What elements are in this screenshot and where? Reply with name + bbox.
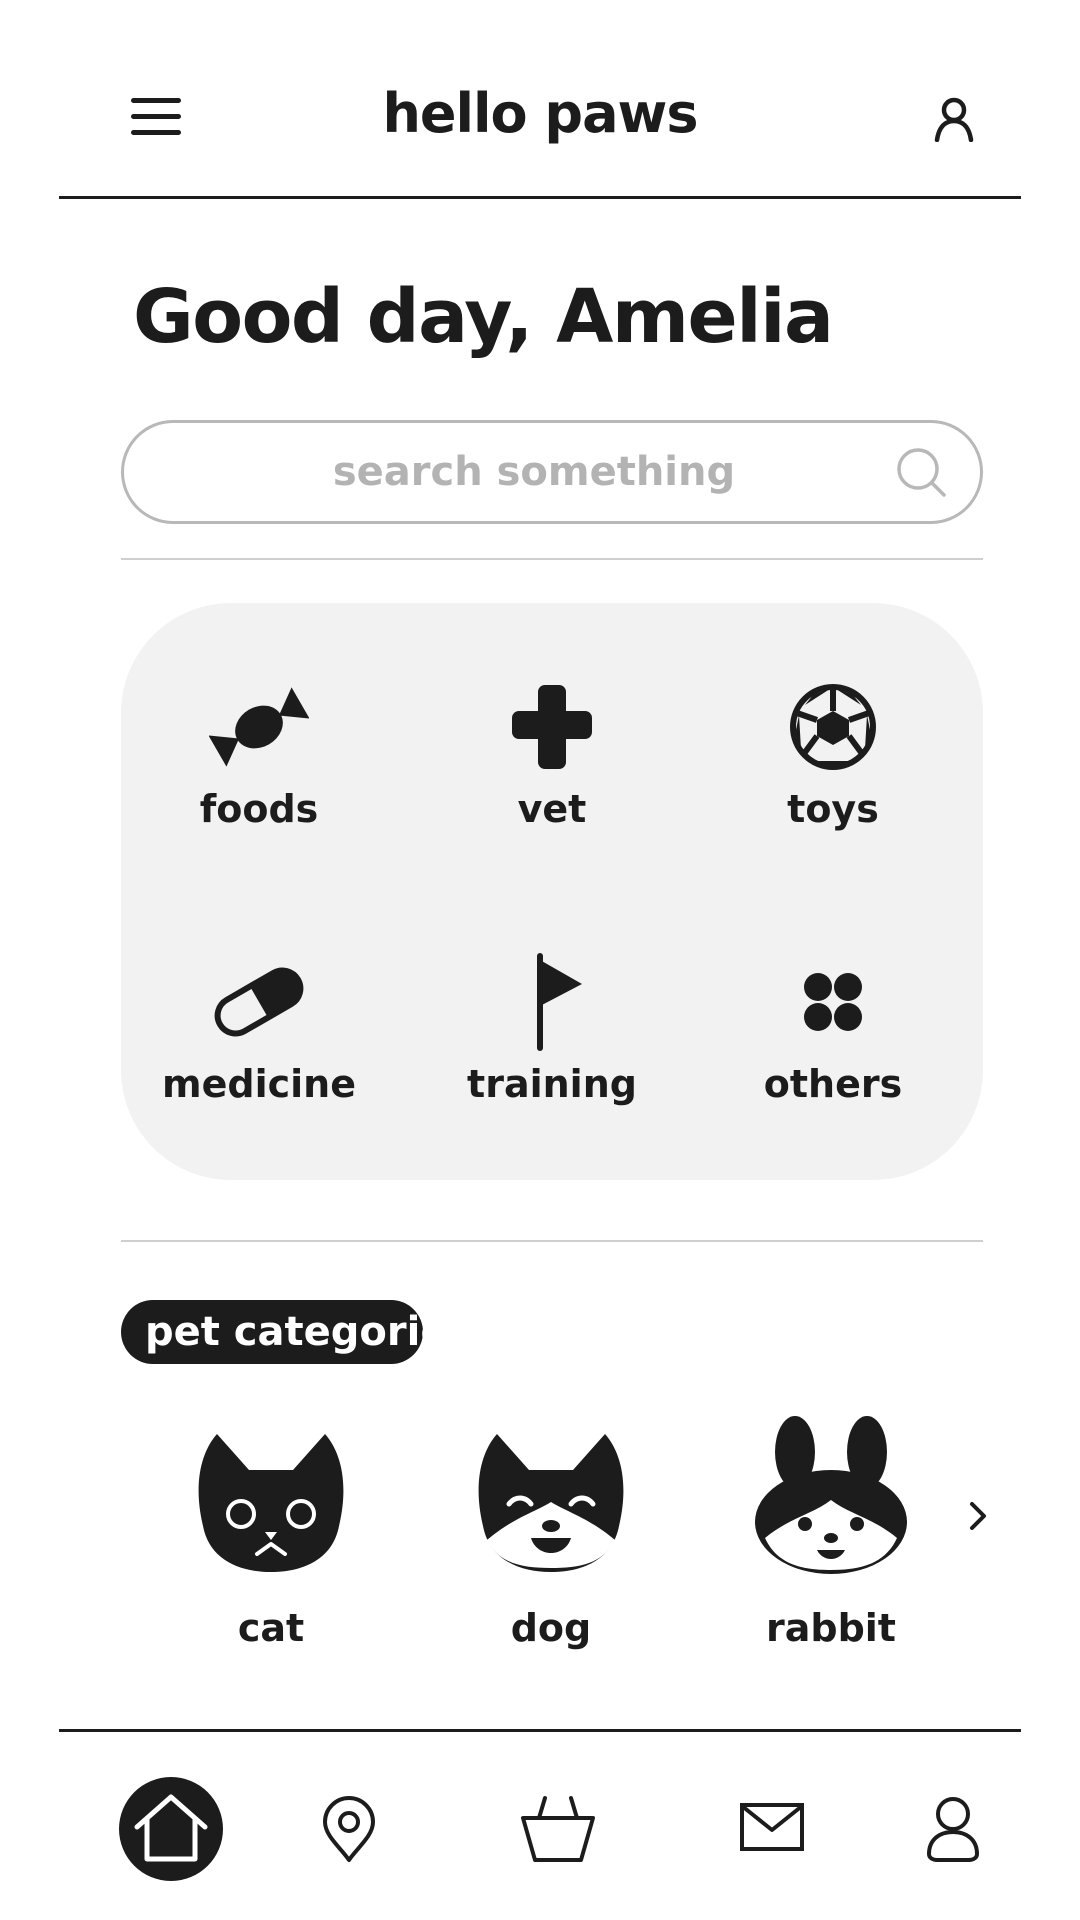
pet-label: rabbit — [766, 1606, 896, 1650]
category-toys[interactable]: toys — [713, 677, 953, 867]
category-label: vet — [517, 787, 587, 831]
category-vet[interactable]: vet — [432, 677, 672, 867]
nav-profile-button[interactable] — [925, 1794, 981, 1862]
cat-face-icon — [198, 1434, 344, 1572]
pet-label: cat — [237, 1606, 305, 1650]
nav-mail-button[interactable] — [739, 1802, 805, 1852]
soccer-ball-icon — [790, 684, 876, 770]
pet-category-rabbit[interactable]: rabbit — [711, 1414, 951, 1654]
pet-category-cat[interactable]: cat — [151, 1414, 391, 1654]
shopping-basket-icon — [521, 1796, 595, 1862]
pet-categories-heading: pet categories — [121, 1300, 423, 1364]
category-medicine[interactable]: medicine — [139, 952, 379, 1142]
bottom-navigation — [59, 1729, 1021, 1920]
pet-label: dog — [510, 1606, 592, 1650]
category-label: toys — [787, 787, 879, 831]
greeting-title: Good day, Amelia — [133, 274, 834, 360]
mail-icon — [740, 1803, 804, 1851]
search-input[interactable] — [164, 423, 904, 521]
section-divider — [121, 1240, 983, 1242]
pet-categories-title: pet categories — [145, 1309, 423, 1355]
search-icon[interactable] — [894, 445, 950, 501]
nav-home-button[interactable] — [119, 1777, 223, 1881]
nav-location-button[interactable] — [321, 1796, 377, 1864]
category-label: foods — [199, 787, 319, 831]
pill-capsule-icon — [214, 967, 304, 1037]
rabbit-face-icon — [755, 1416, 907, 1574]
four-dots-icon — [804, 973, 862, 1031]
home-icon — [134, 1794, 208, 1862]
category-label: others — [763, 1062, 903, 1106]
category-foods[interactable]: foods — [139, 677, 379, 867]
category-label: training — [467, 1062, 637, 1106]
user-icon[interactable] — [931, 96, 977, 143]
flag-icon — [537, 953, 582, 1051]
dog-face-icon — [478, 1434, 624, 1572]
medical-cross-icon — [512, 685, 592, 769]
category-label: medicine — [162, 1062, 356, 1106]
app-title: hello paws — [382, 82, 698, 145]
location-pin-icon — [323, 1796, 375, 1862]
nav-basket-button[interactable] — [519, 1794, 597, 1864]
shop-categories-panel: foods vet toys medicine training others — [121, 603, 983, 1180]
section-divider — [121, 558, 983, 560]
category-training[interactable]: training — [432, 952, 672, 1142]
search-bar — [121, 420, 983, 524]
pet-category-dog[interactable]: dog — [431, 1414, 671, 1654]
user-icon — [927, 1797, 979, 1862]
app-header: hello paws — [59, 0, 1021, 199]
candy-icon — [209, 687, 309, 767]
category-others[interactable]: others — [713, 952, 953, 1142]
chevron-right-icon[interactable] — [962, 1494, 994, 1538]
